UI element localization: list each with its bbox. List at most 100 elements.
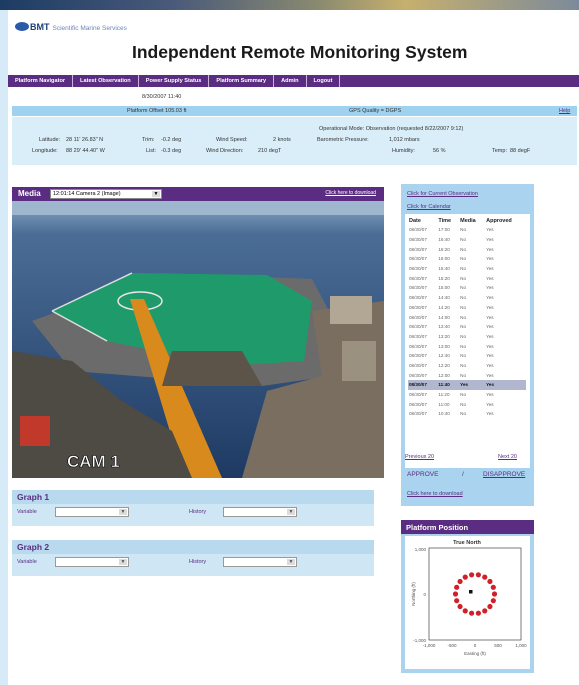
position-point bbox=[457, 603, 463, 610]
cell-approved: Yes bbox=[486, 372, 494, 378]
table-row[interactable]: 08/30/07 14:20 No Yes bbox=[408, 303, 526, 313]
cell-time: 15:20 bbox=[438, 275, 450, 281]
previous-page-link[interactable]: Previous 20 bbox=[405, 454, 434, 460]
cell-time: 13:00 bbox=[438, 343, 450, 349]
position-point bbox=[462, 608, 468, 614]
table-row[interactable]: 08/30/07 11:40 Yes Yes bbox=[408, 380, 526, 390]
disapprove-button[interactable]: DISAPPROVE bbox=[483, 471, 525, 478]
table-row[interactable]: 08/30/07 12:00 No Yes bbox=[408, 370, 526, 380]
cell-time: 12:40 bbox=[438, 353, 450, 359]
cell-date: 08/30/07 bbox=[409, 324, 427, 330]
y-axis-label: Northing (ft) bbox=[411, 582, 416, 606]
cell-media: No bbox=[460, 392, 467, 398]
table-row[interactable]: 08/30/07 16:20 No Yes bbox=[408, 244, 526, 254]
cell-time: 12:20 bbox=[438, 362, 450, 368]
position-point bbox=[454, 598, 460, 604]
trim-value: -0.2 deg bbox=[161, 137, 182, 143]
position-point bbox=[469, 610, 475, 616]
table-row[interactable]: 08/30/07 11:20 No Yes bbox=[408, 390, 526, 400]
nav-platform-summary[interactable]: Platform Summary bbox=[209, 75, 275, 87]
cell-time: 10:40 bbox=[438, 411, 450, 417]
graph-1-history-select[interactable]: ▼ bbox=[223, 507, 297, 517]
cell-time: 13:40 bbox=[438, 324, 450, 330]
table-row[interactable]: 08/30/07 14:40 No Yes bbox=[408, 293, 526, 303]
table-row[interactable]: 08/30/07 17:00 No Yes bbox=[408, 225, 526, 235]
cell-approved: Yes bbox=[486, 246, 494, 252]
wind-speed-label: Wind Speed: bbox=[216, 137, 248, 143]
cell-time: 14:40 bbox=[438, 295, 450, 301]
media-select-value: 12:01:14 Camera 2 (Image) bbox=[53, 191, 121, 197]
graph-2-variable-select[interactable]: ▼ bbox=[55, 557, 129, 567]
graph-1-history-label: History bbox=[189, 509, 207, 515]
cell-media: No bbox=[460, 343, 467, 349]
graph-2-panel: Graph 2 Variable ▼ History ▼ bbox=[12, 540, 374, 576]
table-row[interactable]: 08/30/07 13:00 No Yes bbox=[408, 341, 526, 351]
wind-speed-value: 2 knots bbox=[273, 137, 291, 143]
platform-offset: Platform Offset 105.03 ft bbox=[127, 108, 187, 114]
nav-logout[interactable]: Logout bbox=[307, 75, 341, 87]
table-row[interactable]: 08/30/07 15:40 No Yes bbox=[408, 264, 526, 274]
position-point bbox=[482, 608, 488, 614]
nav-platform-navigator[interactable]: Platform Navigator bbox=[8, 75, 74, 87]
cell-media: No bbox=[460, 411, 467, 417]
cell-date: 08/30/07 bbox=[409, 333, 427, 339]
media-download-link[interactable]: Click here to download bbox=[325, 190, 376, 196]
calendar-link[interactable]: Click for Calendar bbox=[407, 204, 451, 210]
observation-download-link[interactable]: Click here to download bbox=[407, 491, 463, 497]
table-row[interactable]: 08/30/07 12:20 No Yes bbox=[408, 361, 526, 371]
table-row[interactable]: 08/30/07 10:40 No Yes bbox=[408, 409, 526, 419]
table-row[interactable]: 08/30/07 16:00 No Yes bbox=[408, 254, 526, 264]
graph-2-history-select[interactable]: ▼ bbox=[223, 557, 297, 567]
cell-time: 11:40 bbox=[437, 380, 460, 390]
nav-power-supply-status[interactable]: Power Supply Status bbox=[139, 75, 210, 87]
graph-1-variable-select[interactable]: ▼ bbox=[55, 507, 129, 517]
next-page-link[interactable]: Next 20 bbox=[498, 454, 517, 460]
platform-position-panel: Platform Position True North 1,000 0 -1,… bbox=[401, 520, 534, 673]
x-tick-5: 1,000 bbox=[515, 643, 527, 648]
approve-button[interactable]: APPROVE bbox=[407, 471, 438, 478]
y-tick-max: 1,000 bbox=[415, 547, 427, 552]
observation-timestamp: 8/30/2007 11:40 bbox=[142, 94, 182, 100]
wind-direction-label: Wind Direction: bbox=[206, 148, 244, 154]
cell-date: 08/30/07 bbox=[409, 401, 427, 407]
approval-separator: / bbox=[462, 471, 464, 478]
graph-1-panel: Graph 1 Variable ▼ History ▼ bbox=[12, 490, 374, 526]
cell-approved: Yes bbox=[486, 343, 494, 349]
x-axis-label: Easting (ft) bbox=[464, 651, 486, 656]
status-bar: Platform Offset 105.03 ft GPS Quality = … bbox=[12, 106, 577, 116]
cell-date: 08/30/07 bbox=[409, 295, 427, 301]
table-row[interactable]: 08/30/07 11:00 No Yes bbox=[408, 399, 526, 409]
platform-position-title: Platform Position bbox=[401, 520, 534, 534]
help-link[interactable]: Help bbox=[559, 108, 570, 114]
media-select[interactable]: 12:01:14 Camera 2 (Image) ▼ bbox=[50, 189, 162, 199]
camera-scene: CAM 1 bbox=[12, 201, 384, 478]
nav-admin[interactable]: Admin bbox=[274, 75, 307, 87]
cell-date: 08/30/07 bbox=[409, 275, 427, 281]
cell-date: 08/30/07 bbox=[409, 314, 427, 320]
chevron-down-icon: ▼ bbox=[287, 509, 295, 515]
y-tick-zero: 0 bbox=[423, 592, 426, 597]
table-row[interactable]: 08/30/07 15:00 No Yes bbox=[408, 283, 526, 293]
cell-approved: Yes bbox=[486, 304, 494, 310]
table-row[interactable]: 08/30/07 13:20 No Yes bbox=[408, 332, 526, 342]
logo-text: BMT bbox=[30, 22, 50, 32]
table-row[interactable]: 08/30/07 15:20 No Yes bbox=[408, 273, 526, 283]
approval-bar: APPROVE / DISAPPROVE bbox=[401, 468, 534, 480]
bmt-logo: BMT Scientific Marine Services bbox=[15, 22, 127, 32]
table-header-row: Date Time Media Approved bbox=[408, 217, 526, 225]
table-row[interactable]: 08/30/07 12:40 No Yes bbox=[408, 351, 526, 361]
table-row[interactable]: 08/30/07 16:40 No Yes bbox=[408, 235, 526, 245]
table-row[interactable]: 08/30/07 13:40 No Yes bbox=[408, 322, 526, 332]
cell-media: No bbox=[460, 362, 467, 368]
longitude-value: 88 29' 44.40" W bbox=[66, 148, 105, 154]
current-observation-link[interactable]: Click for Current Observation bbox=[407, 191, 478, 197]
latitude-value: 28 11' 26.83" N bbox=[66, 137, 104, 143]
table-row[interactable]: 08/30/07 14:00 No Yes bbox=[408, 312, 526, 322]
cell-time: 17:00 bbox=[438, 227, 450, 233]
cell-media: No bbox=[460, 314, 467, 320]
nav-latest-observation[interactable]: Latest Observation bbox=[73, 75, 139, 87]
cell-date: 08/30/07 bbox=[409, 411, 427, 417]
chevron-down-icon: ▼ bbox=[119, 559, 127, 565]
cell-time: 15:00 bbox=[438, 285, 450, 291]
cell-media: No bbox=[460, 227, 467, 233]
